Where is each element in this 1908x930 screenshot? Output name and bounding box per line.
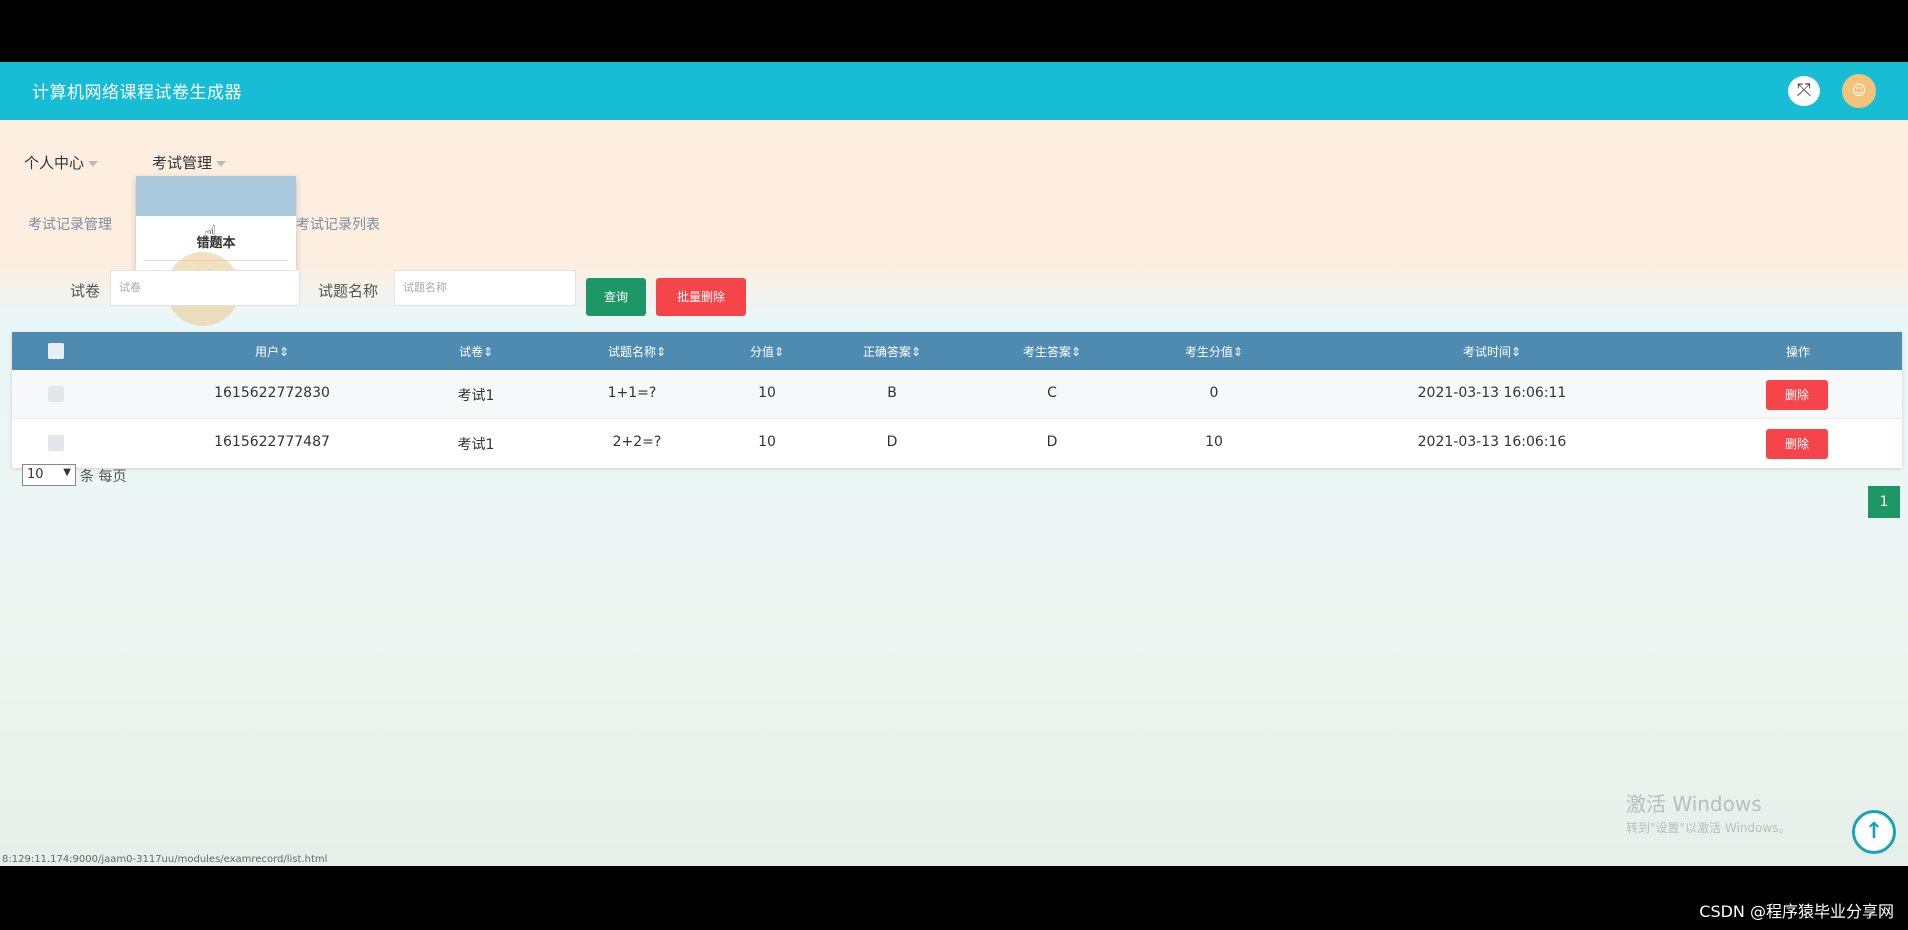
cell-question: 2+2=? <box>612 434 662 450</box>
column-header-correct-answer[interactable]: 正确答案⇕ <box>832 343 952 360</box>
arrow-up-circle-icon[interactable]: ↑ <box>1852 810 1896 854</box>
paper-search-input[interactable]: 试卷 <box>110 270 300 306</box>
cell-question: 1+1=? <box>607 385 657 401</box>
delete-button[interactable]: 删除 <box>1766 380 1828 410</box>
row-checkbox[interactable] <box>48 386 64 402</box>
page-size-value: 10 <box>27 467 44 482</box>
breadcrumb-current: 考试记录列表 <box>296 217 380 233</box>
menu-bar <box>0 120 1908 182</box>
row-checkbox[interactable] <box>48 435 64 451</box>
column-header-question[interactable]: 试题名称⇕ <box>582 343 692 360</box>
watermark-line2: 转到"设置"以激活 Windows。 <box>1626 821 1791 835</box>
dropdown-header <box>136 176 296 216</box>
search-label-paper: 试卷 <box>70 282 101 300</box>
pagination-page-1[interactable]: 1 <box>1868 486 1900 518</box>
exam-record-table: 用户⇕ 试卷⇕ 试题名称⇕ 分值⇕ 正确答案⇕ 考生答案⇕ 考生分值⇕ 考试时间… <box>12 332 1902 468</box>
cell-exam-time: 2021-03-13 16:06:11 <box>1417 385 1567 401</box>
search-button[interactable]: 查询 <box>586 278 646 316</box>
column-header-user[interactable]: 用户⇕ <box>202 343 342 360</box>
caret-down-icon <box>88 160 99 167</box>
caret-down-icon <box>216 160 227 167</box>
delete-button[interactable]: 删除 <box>1766 429 1828 459</box>
app-title: 计算机网络课程试卷生成器 <box>32 83 242 103</box>
column-label: 用户 <box>254 345 279 359</box>
cell-candidate-score: 10 <box>1205 434 1223 450</box>
csdn-credit: CSDN @程序猿毕业分享网 <box>1699 902 1894 921</box>
menu-item-personal-center[interactable]: 个人中心 <box>24 152 99 173</box>
question-search-input[interactable]: 试题名称 <box>394 270 576 306</box>
column-header-action: 操作 <box>1785 345 1810 359</box>
cell-paper: 考试1 <box>457 437 495 453</box>
select-all-checkbox[interactable] <box>48 343 64 359</box>
user-avatar-icon[interactable]: ☺ <box>1842 74 1876 108</box>
search-label-question: 试题名称 <box>318 282 379 300</box>
cell-candidate-answer: D <box>1046 434 1058 450</box>
column-header-exam-time[interactable]: 考试时间⇕ <box>1422 343 1562 360</box>
column-header-candidate-score[interactable]: 考生分值⇕ <box>1154 343 1274 360</box>
watermark-line1: 激活 Windows <box>1626 792 1762 816</box>
page-size-select[interactable]: 10 ▼ <box>22 464 76 486</box>
cell-score: 10 <box>758 434 776 450</box>
app-page: 计算机网络课程试卷生成器 ⤧ ☺ 个人中心 考试管理 考试记录管理 考试记录列表… <box>0 62 1908 866</box>
menu-item-label: 考试管理 <box>152 154 213 172</box>
column-header-score[interactable]: 分值⇕ <box>722 343 812 360</box>
status-bar-url: 8:129:11.174:9000/jaam0-3117uu/modules/e… <box>2 854 328 865</box>
fullscreen-icon[interactable]: ⤧ <box>1788 76 1820 106</box>
cell-candidate-score: 0 <box>1209 385 1219 401</box>
menu-item-exam-management[interactable]: 考试管理 <box>152 152 227 173</box>
breadcrumb-parent[interactable]: 考试记录管理 <box>28 214 112 234</box>
cell-user: 1615622777487 <box>214 434 330 450</box>
column-label: 正确答案 <box>862 345 911 359</box>
table-row: 1615622772830 考试1 1+1=? 10 B C 0 2021-03… <box>12 370 1902 418</box>
menu-item-label: 个人中心 <box>24 154 85 172</box>
top-bar: 计算机网络课程试卷生成器 ⤧ ☺ <box>0 62 1908 120</box>
table-header: 用户⇕ 试卷⇕ 试题名称⇕ 分值⇕ 正确答案⇕ 考生答案⇕ 考生分值⇕ 考试时间… <box>12 332 1902 370</box>
cell-correct-answer: D <box>886 434 898 450</box>
batch-delete-button[interactable]: 批量删除 <box>656 278 746 316</box>
column-label: 试卷 <box>458 345 483 359</box>
screen-frame: 计算机网络课程试卷生成器 ⤧ ☺ 个人中心 考试管理 考试记录管理 考试记录列表… <box>0 0 1908 930</box>
column-header-candidate-answer[interactable]: 考生答案⇕ <box>992 343 1112 360</box>
table-row: 1615622777487 考试1 2+2=? 10 D D 10 2021-0… <box>12 418 1902 466</box>
column-label: 试题名称 <box>607 345 656 359</box>
column-label: 考试时间 <box>1462 345 1511 359</box>
chevron-down-icon: ▼ <box>63 467 71 478</box>
cell-paper: 考试1 <box>457 388 495 404</box>
cell-exam-time: 2021-03-13 16:06:16 <box>1417 434 1567 450</box>
column-label: 分值 <box>749 345 774 359</box>
page-size-label: 条 每页 <box>80 469 127 485</box>
column-header-paper[interactable]: 试卷⇕ <box>436 343 516 360</box>
windows-activation-watermark: 激活 Windows 转到"设置"以激活 Windows。 <box>1626 788 1790 836</box>
hand-cursor-icon: ☝ <box>204 222 218 247</box>
column-label: 考生答案 <box>1022 345 1071 359</box>
cell-candidate-answer: C <box>1047 385 1057 401</box>
cell-user: 1615622772830 <box>214 385 330 401</box>
column-label: 考生分值 <box>1184 345 1233 359</box>
cell-score: 10 <box>758 385 776 401</box>
cell-correct-answer: B <box>887 385 897 401</box>
